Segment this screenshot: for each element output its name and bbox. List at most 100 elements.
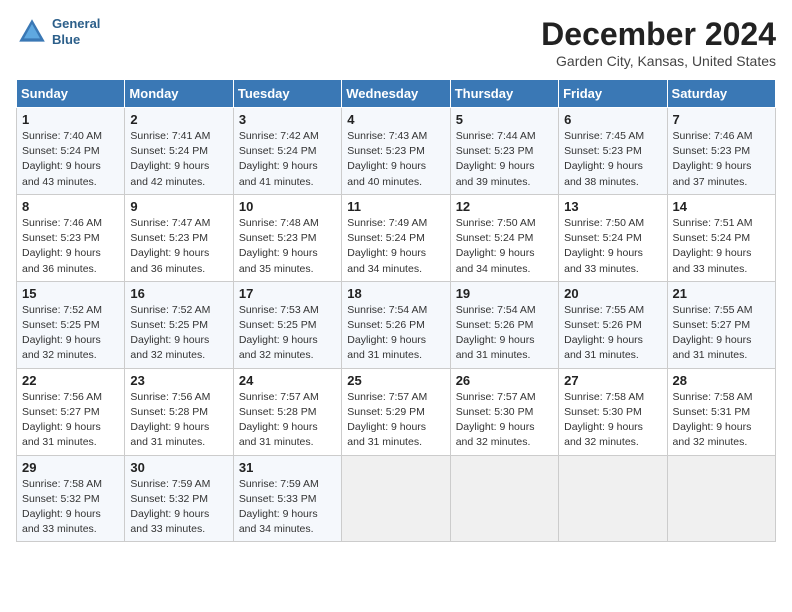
calendar-table: SundayMondayTuesdayWednesdayThursdayFrid… xyxy=(16,79,776,542)
calendar-header-cell: Tuesday xyxy=(233,80,341,108)
day-number: 24 xyxy=(239,373,336,388)
day-detail: Sunrise: 7:42 AMSunset: 5:24 PMDaylight:… xyxy=(239,129,336,190)
calendar-day-cell: 12Sunrise: 7:50 AMSunset: 5:24 PMDayligh… xyxy=(450,194,558,281)
calendar-header-cell: Monday xyxy=(125,80,233,108)
day-detail: Sunrise: 7:58 AMSunset: 5:32 PMDaylight:… xyxy=(22,477,119,538)
calendar-day-cell: 15Sunrise: 7:52 AMSunset: 5:25 PMDayligh… xyxy=(17,281,125,368)
calendar-day-cell: 20Sunrise: 7:55 AMSunset: 5:26 PMDayligh… xyxy=(559,281,667,368)
day-number: 10 xyxy=(239,199,336,214)
day-number: 31 xyxy=(239,460,336,475)
calendar-day-cell: 6Sunrise: 7:45 AMSunset: 5:23 PMDaylight… xyxy=(559,108,667,195)
calendar-title: December 2024 xyxy=(541,16,776,53)
day-detail: Sunrise: 7:40 AMSunset: 5:24 PMDaylight:… xyxy=(22,129,119,190)
day-number: 6 xyxy=(564,112,661,127)
calendar-day-cell: 2 Sunrise: 7:41 AMSunset: 5:24 PMDaylight… xyxy=(125,108,233,195)
calendar-day-cell: 7 Sunrise: 7:46 AMSunset: 5:23 PMDaylight… xyxy=(667,108,775,195)
day-detail: Sunrise: 7:57 AMSunset: 5:29 PMDaylight:… xyxy=(347,390,444,451)
day-number: 23 xyxy=(130,373,227,388)
day-number: 3 xyxy=(239,112,336,127)
day-number: 14 xyxy=(673,199,770,214)
calendar-day-cell: 28Sunrise: 7:58 AMSunset: 5:31 PMDayligh… xyxy=(667,368,775,455)
calendar-header-cell: Thursday xyxy=(450,80,558,108)
day-number: 29 xyxy=(22,460,119,475)
calendar-header-row: SundayMondayTuesdayWednesdayThursdayFrid… xyxy=(17,80,776,108)
day-detail: Sunrise: 7:52 AMSunset: 5:25 PMDaylight:… xyxy=(130,303,227,364)
calendar-day-cell: 9Sunrise: 7:47 AMSunset: 5:23 PMDaylight… xyxy=(125,194,233,281)
calendar-day-cell: 3 Sunrise: 7:42 AMSunset: 5:24 PMDaylight… xyxy=(233,108,341,195)
day-detail: Sunrise: 7:51 AMSunset: 5:24 PMDaylight:… xyxy=(673,216,770,277)
logo-icon xyxy=(16,16,48,48)
day-number: 18 xyxy=(347,286,444,301)
calendar-day-cell xyxy=(667,455,775,542)
day-number: 30 xyxy=(130,460,227,475)
day-number: 4 xyxy=(347,112,444,127)
day-detail: Sunrise: 7:55 AMSunset: 5:27 PMDaylight:… xyxy=(673,303,770,364)
day-number: 19 xyxy=(456,286,553,301)
header: General Blue December 2024 Garden City, … xyxy=(16,16,776,69)
calendar-day-cell: 5Sunrise: 7:44 AMSunset: 5:23 PMDaylight… xyxy=(450,108,558,195)
calendar-week-row: 15 Sunrise: 7:52 AMSunset: 5:25 PMDayligh… xyxy=(17,281,776,368)
calendar-day-cell: 4 Sunrise: 7:43 AMSunset: 5:23 PMDaylight… xyxy=(342,108,450,195)
calendar-week-row: 29 Sunrise: 7:58 AMSunset: 5:32 PMDayligh… xyxy=(17,455,776,542)
calendar-day-cell: 30 Sunrise: 7:59 AMSunset: 5:32 PMDayligh… xyxy=(125,455,233,542)
calendar-day-cell xyxy=(450,455,558,542)
day-number: 16 xyxy=(130,286,227,301)
day-detail: Sunrise: 7:59 AMSunset: 5:32 PMDaylight:… xyxy=(130,477,227,538)
day-number: 15 xyxy=(22,286,119,301)
day-number: 21 xyxy=(673,286,770,301)
day-number: 27 xyxy=(564,373,661,388)
day-detail: Sunrise: 7:57 AMSunset: 5:30 PMDaylight:… xyxy=(456,390,553,451)
calendar-week-row: 22 Sunrise: 7:56 AMSunset: 5:27 PMDayligh… xyxy=(17,368,776,455)
calendar-day-cell: 24Sunrise: 7:57 AMSunset: 5:28 PMDayligh… xyxy=(233,368,341,455)
calendar-day-cell: 25 Sunrise: 7:57 AMSunset: 5:29 PMDayligh… xyxy=(342,368,450,455)
day-number: 11 xyxy=(347,199,444,214)
calendar-day-cell: 10 Sunrise: 7:48 AMSunset: 5:23 PMDayligh… xyxy=(233,194,341,281)
day-number: 26 xyxy=(456,373,553,388)
calendar-day-cell: 14 Sunrise: 7:51 AMSunset: 5:24 PMDayligh… xyxy=(667,194,775,281)
day-number: 13 xyxy=(564,199,661,214)
day-detail: Sunrise: 7:47 AMSunset: 5:23 PMDaylight:… xyxy=(130,216,227,277)
day-number: 5 xyxy=(456,112,553,127)
calendar-body: 1Sunrise: 7:40 AMSunset: 5:24 PMDaylight… xyxy=(17,108,776,542)
calendar-day-cell: 23 Sunrise: 7:56 AMSunset: 5:28 PMDayligh… xyxy=(125,368,233,455)
day-number: 8 xyxy=(22,199,119,214)
day-detail: Sunrise: 7:59 AMSunset: 5:33 PMDaylight:… xyxy=(239,477,336,538)
calendar-day-cell: 17Sunrise: 7:53 AMSunset: 5:25 PMDayligh… xyxy=(233,281,341,368)
calendar-week-row: 8Sunrise: 7:46 AMSunset: 5:23 PMDaylight… xyxy=(17,194,776,281)
day-detail: Sunrise: 7:41 AMSunset: 5:24 PMDaylight:… xyxy=(130,129,227,190)
day-detail: Sunrise: 7:50 AMSunset: 5:24 PMDaylight:… xyxy=(564,216,661,277)
day-detail: Sunrise: 7:58 AMSunset: 5:30 PMDaylight:… xyxy=(564,390,661,451)
calendar-header-cell: Wednesday xyxy=(342,80,450,108)
calendar-day-cell: 19Sunrise: 7:54 AMSunset: 5:26 PMDayligh… xyxy=(450,281,558,368)
day-detail: Sunrise: 7:58 AMSunset: 5:31 PMDaylight:… xyxy=(673,390,770,451)
calendar-day-cell: 8Sunrise: 7:46 AMSunset: 5:23 PMDaylight… xyxy=(17,194,125,281)
day-number: 17 xyxy=(239,286,336,301)
day-detail: Sunrise: 7:43 AMSunset: 5:23 PMDaylight:… xyxy=(347,129,444,190)
day-detail: Sunrise: 7:48 AMSunset: 5:23 PMDaylight:… xyxy=(239,216,336,277)
logo-text: General Blue xyxy=(52,16,100,47)
calendar-week-row: 1Sunrise: 7:40 AMSunset: 5:24 PMDaylight… xyxy=(17,108,776,195)
calendar-day-cell: 26 Sunrise: 7:57 AMSunset: 5:30 PMDayligh… xyxy=(450,368,558,455)
calendar-day-cell: 18 Sunrise: 7:54 AMSunset: 5:26 PMDayligh… xyxy=(342,281,450,368)
day-detail: Sunrise: 7:56 AMSunset: 5:27 PMDaylight:… xyxy=(22,390,119,451)
day-number: 2 xyxy=(130,112,227,127)
calendar-day-cell: 27 Sunrise: 7:58 AMSunset: 5:30 PMDayligh… xyxy=(559,368,667,455)
calendar-day-cell: 21 Sunrise: 7:55 AMSunset: 5:27 PMDayligh… xyxy=(667,281,775,368)
calendar-day-cell xyxy=(559,455,667,542)
day-detail: Sunrise: 7:50 AMSunset: 5:24 PMDaylight:… xyxy=(456,216,553,277)
calendar-subtitle: Garden City, Kansas, United States xyxy=(541,53,776,69)
day-detail: Sunrise: 7:46 AMSunset: 5:23 PMDaylight:… xyxy=(673,129,770,190)
calendar-day-cell: 1Sunrise: 7:40 AMSunset: 5:24 PMDaylight… xyxy=(17,108,125,195)
day-detail: Sunrise: 7:56 AMSunset: 5:28 PMDaylight:… xyxy=(130,390,227,451)
calendar-day-cell: 11 Sunrise: 7:49 AMSunset: 5:24 PMDayligh… xyxy=(342,194,450,281)
day-number: 7 xyxy=(673,112,770,127)
day-detail: Sunrise: 7:55 AMSunset: 5:26 PMDaylight:… xyxy=(564,303,661,364)
day-detail: Sunrise: 7:49 AMSunset: 5:24 PMDaylight:… xyxy=(347,216,444,277)
calendar-header-cell: Sunday xyxy=(17,80,125,108)
day-number: 22 xyxy=(22,373,119,388)
calendar-day-cell: 13 Sunrise: 7:50 AMSunset: 5:24 PMDayligh… xyxy=(559,194,667,281)
calendar-header-cell: Friday xyxy=(559,80,667,108)
day-detail: Sunrise: 7:54 AMSunset: 5:26 PMDaylight:… xyxy=(347,303,444,364)
calendar-header-cell: Saturday xyxy=(667,80,775,108)
day-number: 25 xyxy=(347,373,444,388)
